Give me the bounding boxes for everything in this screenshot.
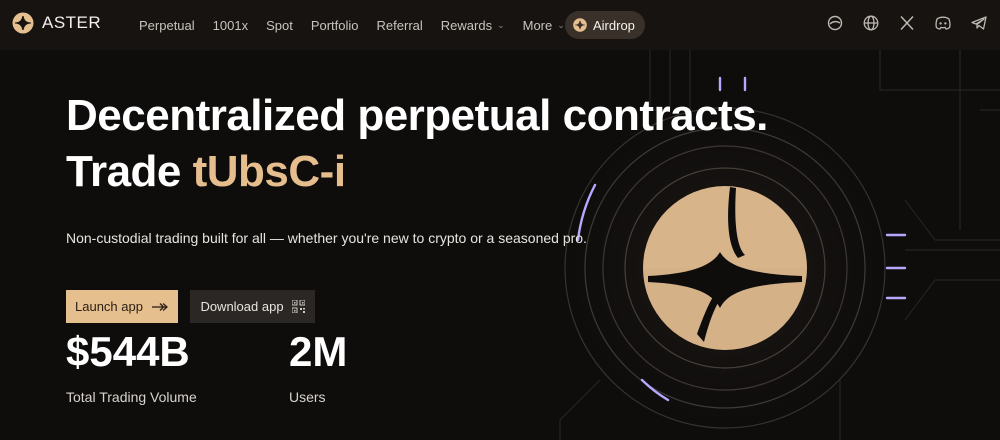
nav-item-referral[interactable]: Referral xyxy=(377,18,423,33)
airdrop-button[interactable]: Airdrop xyxy=(565,11,645,39)
qr-code-icon xyxy=(291,300,305,313)
nav-label: 1001x xyxy=(212,17,249,33)
nav-label: More xyxy=(522,17,553,33)
social-links xyxy=(826,14,988,32)
hero-title: Decentralized perpetual contracts. Trade… xyxy=(66,88,768,200)
x-icon[interactable] xyxy=(898,14,916,32)
globe-icon[interactable] xyxy=(862,14,880,32)
nav-label: Referral xyxy=(376,17,423,33)
hero-title-accent: tUbsC-i xyxy=(192,147,346,196)
hero-subtitle: Non-custodial trading built for all — wh… xyxy=(66,230,587,246)
discord-icon[interactable] xyxy=(934,14,952,32)
nav-label: Rewards xyxy=(440,17,493,33)
download-app-label: Download app xyxy=(200,299,284,314)
telegram-icon[interactable] xyxy=(970,14,988,32)
page: ASTER Perpetual 1001x Spot Portfolio Ref… xyxy=(0,0,1000,440)
hero-title-prefix: Trade xyxy=(66,147,181,196)
top-nav: ASTER Perpetual 1001x Spot Portfolio Ref… xyxy=(0,0,1000,50)
nav-label: Perpetual xyxy=(139,17,195,33)
airdrop-label: Airdrop xyxy=(593,17,635,33)
nav-item-more[interactable]: More ⌄ xyxy=(523,18,565,33)
arrow-right-icon xyxy=(151,302,168,311)
launch-app-button[interactable]: Launch app xyxy=(66,290,178,323)
stat-users-value: 2M xyxy=(289,328,348,375)
nav-item-spot[interactable]: Spot xyxy=(266,18,293,33)
launch-app-label: Launch app xyxy=(75,299,143,314)
stat-users-label: Users xyxy=(289,389,326,405)
nav-item-perpetual[interactable]: Perpetual xyxy=(139,18,195,33)
nav-item-1001x[interactable]: 1001x xyxy=(213,18,248,33)
hero-title-line1: Decentralized perpetual contracts. xyxy=(66,91,768,140)
stat-volume-value: $544B xyxy=(66,328,190,375)
chevron-down-icon: ⌄ xyxy=(557,19,565,30)
nav-item-portfolio[interactable]: Portfolio xyxy=(311,18,359,33)
brand-name: ASTER xyxy=(42,13,102,32)
download-app-button[interactable]: Download app xyxy=(190,290,315,323)
aster-coin-icon xyxy=(573,18,587,32)
aster-logo-icon xyxy=(12,12,34,34)
stat-volume-label: Total Trading Volume xyxy=(66,389,197,405)
brand-logo[interactable]: ASTER xyxy=(12,12,101,34)
nav-label: Spot xyxy=(266,17,293,33)
chevron-down-icon: ⌄ xyxy=(497,19,505,30)
main-menu: Perpetual 1001x Spot Portfolio Referral … xyxy=(139,0,583,50)
nav-item-rewards[interactable]: Rewards ⌄ xyxy=(441,18,505,33)
gitbook-icon[interactable] xyxy=(826,14,844,32)
nav-label: Portfolio xyxy=(310,17,359,33)
